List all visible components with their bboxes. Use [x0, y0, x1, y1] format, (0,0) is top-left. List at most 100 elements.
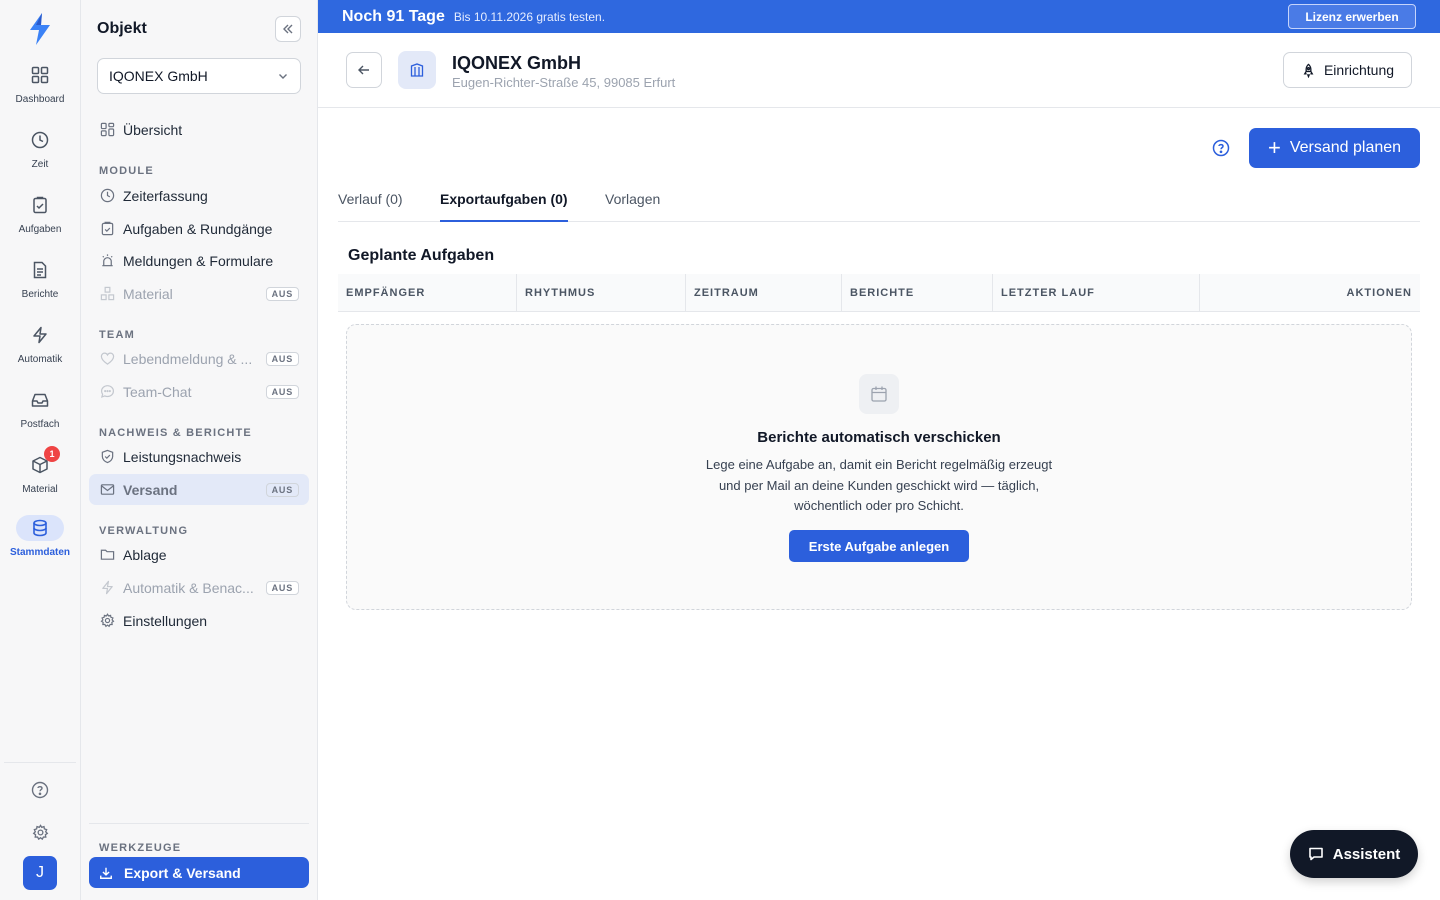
rail-label: Aufgaben — [18, 224, 62, 235]
export-button-label: Export & Versand — [124, 864, 241, 881]
column-header-berichte[interactable]: BERICHTE — [841, 274, 992, 312]
rail-item-dashboard[interactable]: Dashboard — [0, 62, 80, 118]
column-header-aktionen: AKTIONEN — [1199, 274, 1420, 312]
buy-license-button[interactable]: Lizenz erwerben — [1288, 4, 1416, 29]
nav-item-material[interactable]: Material AUS — [89, 278, 309, 309]
rail-item-zeit[interactable]: Zeit — [0, 127, 80, 183]
nav-item-versand[interactable]: Versand AUS — [89, 474, 309, 505]
empty-state-text: Lege eine Aufgabe an, damit ein Bericht … — [705, 457, 1053, 513]
notification-badge: 1 — [44, 446, 60, 462]
empty-state: Berichte automatisch verschicken Lege ei… — [346, 324, 1412, 610]
section-label-werkzeuge: WERKZEUGE — [99, 842, 182, 854]
object-side-panel: Objekt IQONEX GmbH Übersicht MODULE Zeit… — [81, 0, 318, 900]
app-logo-icon[interactable] — [27, 12, 53, 46]
folder-icon — [99, 547, 115, 563]
heart-icon — [99, 351, 115, 367]
rail-item-material[interactable]: 1 Material — [0, 446, 80, 508]
nav-item-leistungsnachweis[interactable]: Leistungsnachweis — [89, 441, 309, 472]
collapse-panel-button[interactable] — [275, 16, 301, 42]
nav-item-einstellungen[interactable]: Einstellungen — [89, 605, 309, 636]
rocket-icon — [1301, 63, 1316, 78]
trial-end-date: Bis 10.11.2026 gratis testen. — [453, 9, 606, 24]
setup-button[interactable]: Einrichtung — [1283, 52, 1412, 88]
nav-item-label: Einstellungen — [123, 612, 208, 629]
column-header-empfaenger[interactable]: EMPFÄNGER — [338, 274, 516, 312]
question-circle-icon[interactable] — [1212, 139, 1230, 157]
rail-divider — [4, 762, 76, 763]
rail-item-berichte[interactable]: Berichte — [0, 257, 80, 313]
settings-gear-icon[interactable] — [28, 820, 52, 844]
siren-icon — [99, 253, 115, 269]
nav-item-uebersicht[interactable]: Übersicht — [89, 114, 309, 145]
nav-item-team-chat[interactable]: Team-Chat AUS — [89, 376, 309, 407]
tab-exportaufgaben[interactable]: Exportaufgaben (0) — [440, 186, 568, 222]
nav-item-label: Automatik & Benac... — [123, 579, 254, 596]
nav-item-meldungen-formulare[interactable]: Meldungen & Formulare — [89, 245, 309, 276]
section-label-module: MODULE — [99, 165, 154, 177]
object-header: IQONEX GmbH Eugen-Richter-Straße 45, 990… — [318, 33, 1440, 108]
rail-label: Zeit — [31, 159, 49, 170]
rail-label: Stammdaten — [9, 547, 70, 558]
nav-item-label: Meldungen & Formulare — [123, 252, 274, 269]
nav-item-ablage[interactable]: Ablage — [89, 539, 309, 570]
off-badge: AUS — [265, 384, 299, 399]
nav-item-lebendmeldung[interactable]: Lebendmeldung & ... AUS — [89, 343, 309, 374]
clock-icon — [99, 188, 115, 204]
clock-icon — [16, 127, 64, 153]
section-label-nachweis-berichte: NACHWEIS & BERICHTE — [99, 427, 252, 439]
box-icon: 1 — [16, 446, 64, 478]
tab-verlauf[interactable]: Verlauf (0) — [338, 186, 403, 222]
double-chevron-left-icon — [281, 22, 295, 36]
plus-icon: + — [1267, 135, 1281, 160]
panel-divider — [89, 823, 309, 824]
icon-rail: Dashboard Zeit Aufgaben Berichte Automat… — [0, 0, 81, 900]
column-header-zeitraum[interactable]: ZEITRAUM — [685, 274, 841, 312]
rail-item-stammdaten[interactable]: Stammdaten — [0, 515, 80, 571]
user-avatar[interactable]: J — [23, 856, 57, 890]
export-versand-button[interactable]: Export & Versand — [89, 857, 309, 888]
column-header-letzter-lauf[interactable]: LETZTER LAUF — [992, 274, 1199, 312]
nav-item-automatik-benachrichtigungen[interactable]: Automatik & Benac... AUS — [89, 572, 309, 603]
boxes-icon — [99, 286, 115, 302]
rail-label: Berichte — [21, 289, 59, 300]
bolt-icon — [99, 580, 115, 596]
plan-shipping-label: Versand planen — [1289, 139, 1402, 156]
assistant-button[interactable]: Assistent — [1290, 830, 1418, 878]
section-title: Geplante Aufgaben — [348, 247, 495, 264]
section-label-verwaltung: VERWALTUNG — [99, 525, 189, 537]
rail-item-aufgaben[interactable]: Aufgaben — [0, 192, 80, 248]
rail-item-postfach[interactable]: Postfach — [0, 387, 80, 443]
nav-item-zeiterfassung[interactable]: Zeiterfassung — [89, 180, 309, 211]
arrow-left-icon — [357, 63, 371, 77]
calendar-icon — [859, 374, 899, 414]
plan-shipping-button[interactable]: + Versand planen — [1249, 128, 1420, 168]
create-first-task-button[interactable]: Erste Aufgabe anlegen — [789, 530, 969, 562]
trial-days-left: Noch 91 Tage — [342, 7, 445, 25]
object-name: IQONEX GmbH — [452, 53, 582, 73]
clipboard-icon — [16, 192, 64, 218]
nav-item-label: Material — [123, 285, 173, 302]
database-icon — [16, 515, 64, 541]
rail-label: Automatik — [17, 354, 63, 365]
section-label-team: TEAM — [99, 329, 135, 341]
nav-item-aufgaben-rundgaenge[interactable]: Aufgaben & Rundgänge — [89, 213, 309, 244]
trial-banner: Noch 91 Tage Bis 10.11.2026 gratis teste… — [318, 0, 1440, 33]
rail-label: Postfach — [20, 419, 60, 430]
off-badge: AUS — [265, 580, 299, 595]
nav-item-label: Zeiterfassung — [123, 187, 208, 204]
rail-item-automatik[interactable]: Automatik — [0, 322, 80, 378]
message-square-icon — [1308, 846, 1324, 862]
help-icon[interactable] — [28, 778, 52, 802]
back-button[interactable] — [346, 52, 382, 88]
tab-vorlagen[interactable]: Vorlagen — [605, 186, 660, 222]
nav-item-label: Übersicht — [123, 121, 183, 138]
shield-check-icon — [99, 449, 115, 465]
nav-item-label: Leistungsnachweis — [123, 448, 242, 465]
object-select[interactable]: IQONEX GmbH — [97, 58, 301, 94]
nav-item-label: Lebendmeldung & ... — [123, 350, 253, 367]
table-header: EMPFÄNGER RHYTHMUS ZEITRAUM BERICHTE LET… — [338, 274, 1420, 312]
column-header-rhythmus[interactable]: RHYTHMUS — [516, 274, 685, 312]
object-address: Eugen-Richter-Straße 45, 99085 Erfurt — [452, 75, 676, 90]
clipboard-check-icon — [99, 221, 115, 237]
nav-item-label: Ablage — [123, 546, 167, 563]
